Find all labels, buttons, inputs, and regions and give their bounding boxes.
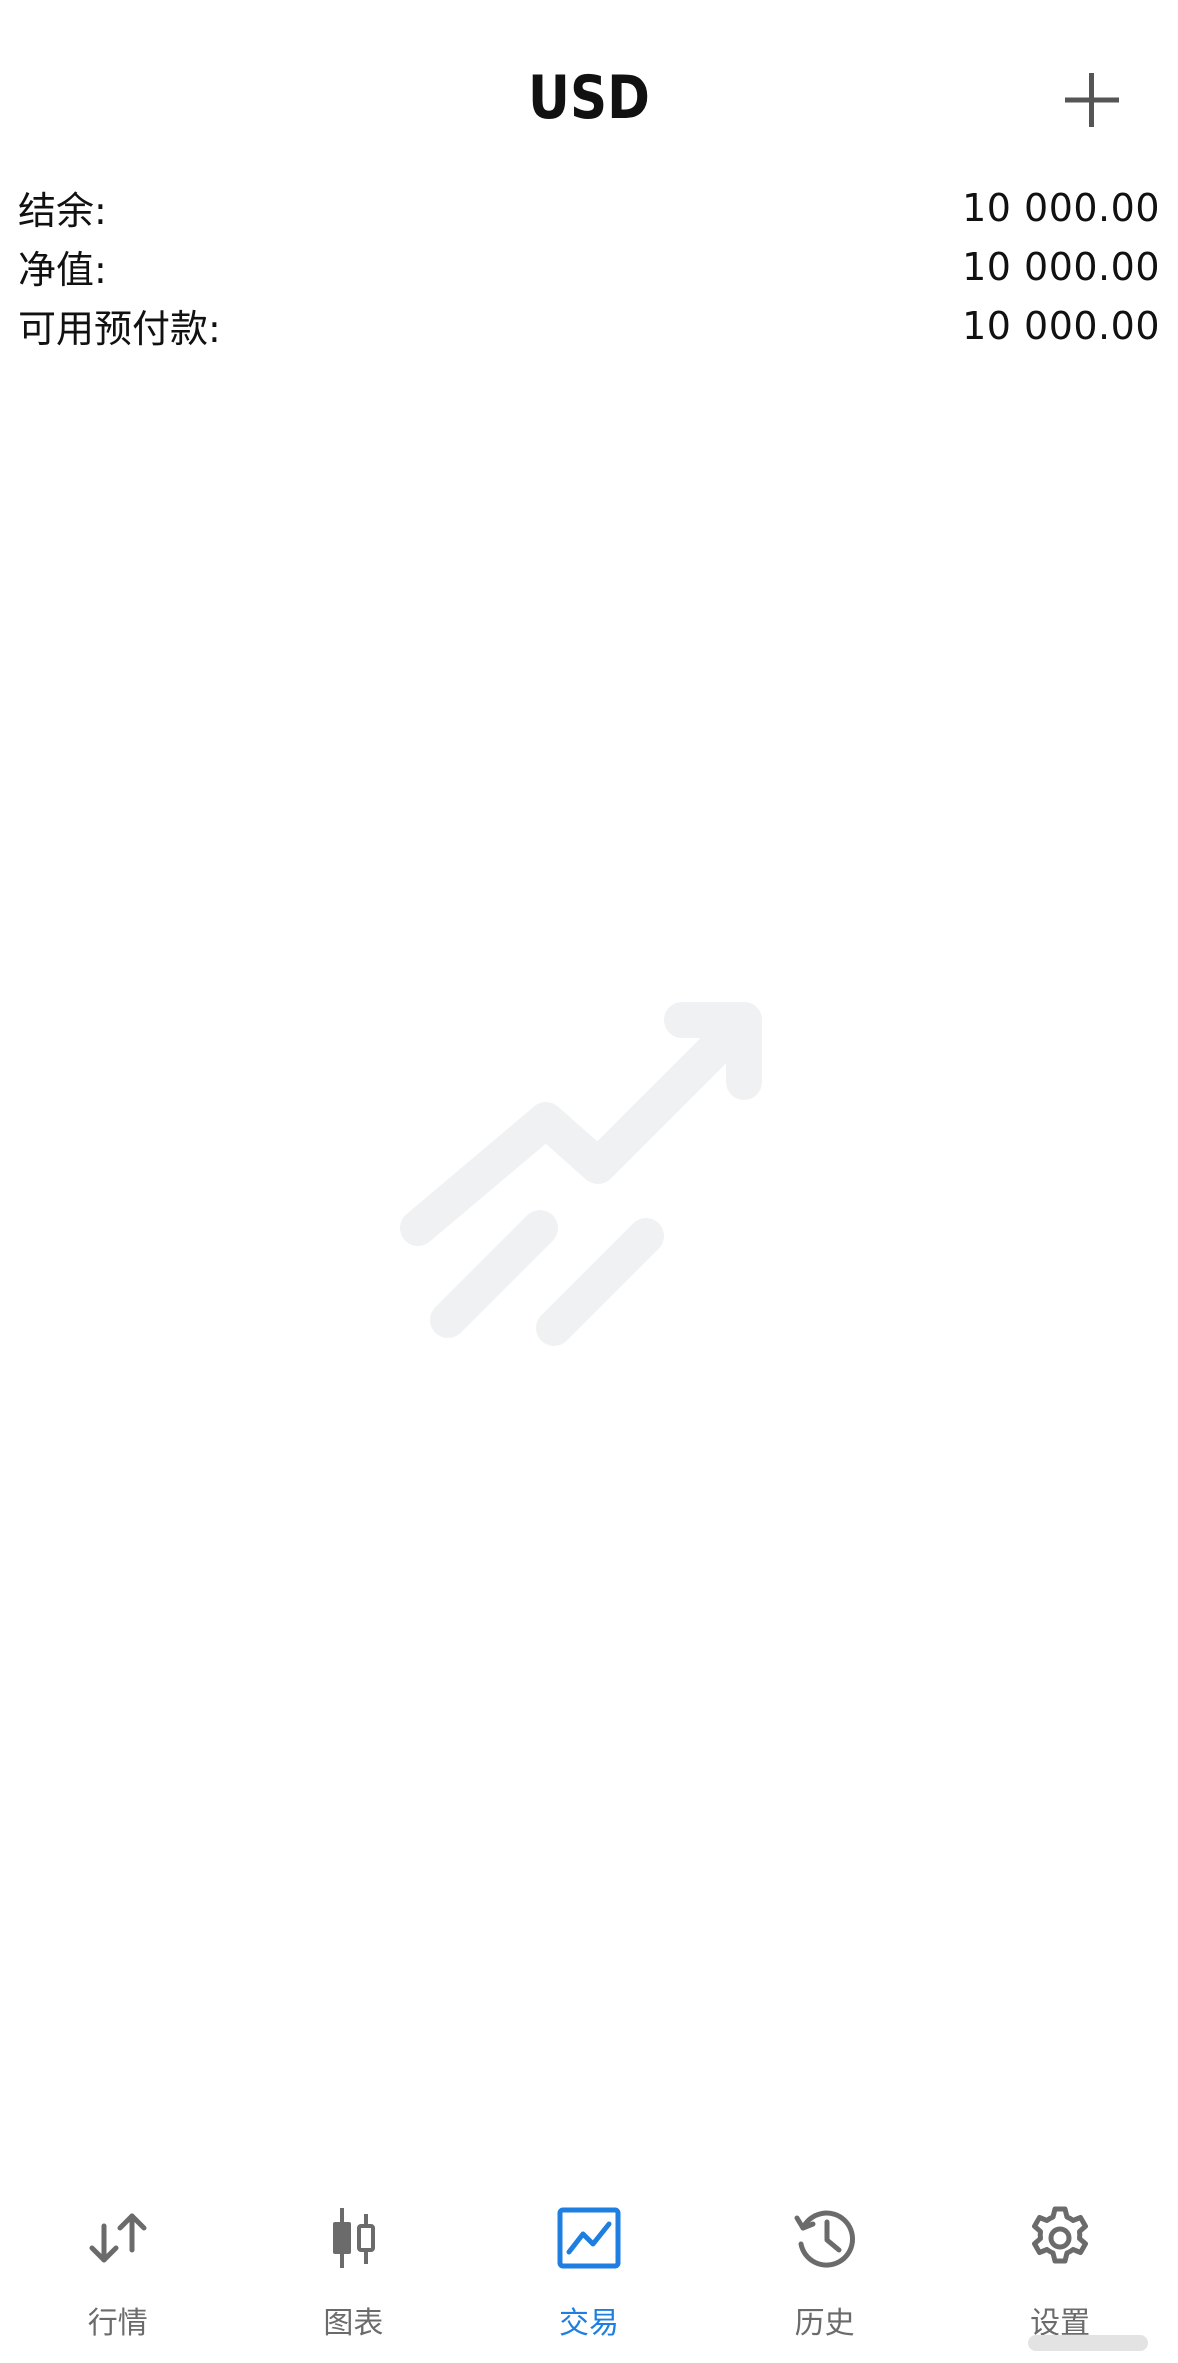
- nav-item-charts[interactable]: 图表: [236, 2190, 472, 2361]
- page-title: USD: [528, 63, 650, 133]
- app-header: USD: [0, 0, 1178, 170]
- equity-value: 10 000.00: [962, 244, 1160, 289]
- nav-item-quotes[interactable]: 行情: [0, 2190, 236, 2361]
- equity-label: 净值:: [18, 248, 107, 292]
- add-button[interactable]: [1062, 70, 1122, 130]
- balance-row: 结余: 10 000.00: [18, 178, 1160, 237]
- balance-label: 结余:: [18, 189, 107, 233]
- trade-chart-icon: [557, 2207, 621, 2269]
- nav-item-trade[interactable]: 交易: [471, 2190, 707, 2361]
- plus-icon: [1065, 73, 1119, 127]
- candlestick-chart-icon: [333, 2208, 376, 2268]
- settings-gear-icon: [1032, 2206, 1089, 2264]
- quotes-arrows-icon: [89, 2213, 147, 2263]
- bottom-nav: 行情 图表 交易 历史 设置: [0, 2190, 1178, 2361]
- nav-item-history[interactable]: 历史: [707, 2190, 943, 2361]
- free-margin-label: 可用预付款:: [18, 307, 221, 351]
- nav-label-quotes: 行情: [87, 2306, 148, 2341]
- balance-value: 10 000.00: [962, 185, 1160, 230]
- system-home-indicator: [1008, 2325, 1168, 2359]
- nav-label-trade: 交易: [558, 2306, 619, 2341]
- account-summary: 结余: 10 000.00 净值: 10 000.00 可用预付款: 10 00…: [18, 178, 1160, 355]
- nav-label-history: 历史: [794, 2306, 855, 2341]
- history-clock-icon: [794, 2210, 855, 2268]
- trade-trend-icon: [400, 1002, 762, 1346]
- nav-label-charts: 图表: [323, 2306, 384, 2341]
- empty-state: [396, 990, 788, 1350]
- equity-row: 净值: 10 000.00: [18, 237, 1160, 296]
- free-margin-row: 可用预付款: 10 000.00: [18, 296, 1160, 355]
- free-margin-value: 10 000.00: [962, 303, 1160, 348]
